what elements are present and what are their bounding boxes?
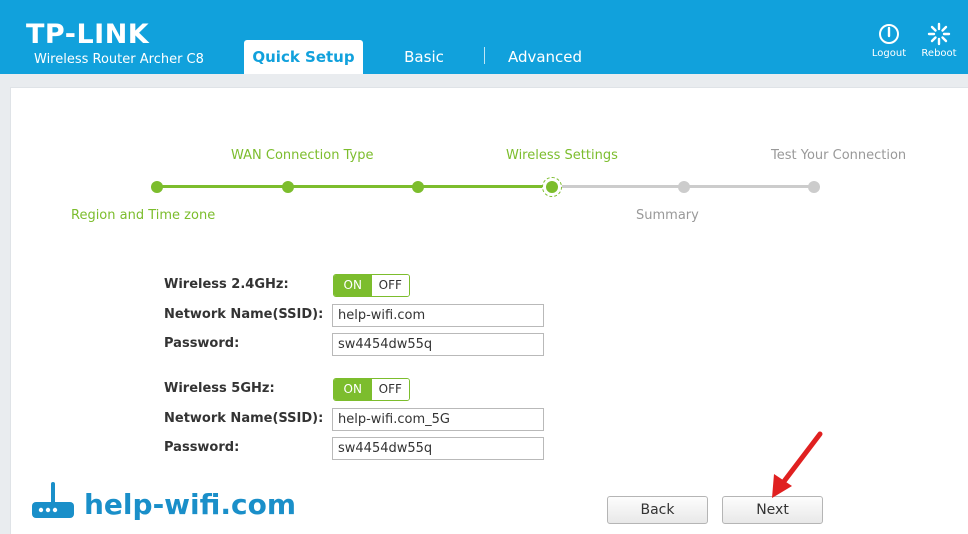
wireless-24-label: Wireless 2.4GHz: bbox=[164, 277, 289, 292]
router-model: Wireless Router Archer C8 bbox=[34, 52, 204, 67]
step-dot-2 bbox=[282, 181, 294, 193]
reboot-button[interactable]: Reboot bbox=[917, 22, 961, 59]
step-dot-1 bbox=[151, 181, 163, 193]
power-icon bbox=[867, 22, 911, 46]
step-dot-3 bbox=[412, 181, 424, 193]
step-label-region: Region and Time zone bbox=[71, 208, 216, 223]
password-24-input[interactable]: sw4454dw55q bbox=[332, 333, 544, 356]
wireless-5-label: Wireless 5GHz: bbox=[164, 381, 275, 396]
step-label-wan: WAN Connection Type bbox=[231, 148, 374, 163]
red-arrow-annotation bbox=[772, 431, 823, 498]
wireless-5-on[interactable]: ON bbox=[334, 379, 372, 400]
wireless-24-toggle[interactable]: ON OFF bbox=[333, 274, 410, 297]
top-header: TP-LINK Wireless Router Archer C8 Quick … bbox=[0, 0, 968, 74]
router-icon bbox=[30, 482, 76, 527]
tab-quick-setup[interactable]: Quick Setup bbox=[244, 40, 363, 74]
reboot-icon bbox=[917, 22, 961, 46]
ssid-24-input[interactable]: help-wifi.com bbox=[332, 304, 544, 327]
back-button[interactable]: Back bbox=[607, 496, 708, 524]
step-dot-5 bbox=[678, 181, 690, 193]
step-label-summary: Summary bbox=[636, 208, 699, 223]
watermark: help-wifi.com bbox=[30, 482, 296, 527]
step-dot-4 bbox=[546, 181, 558, 193]
step-label-test: Test Your Connection bbox=[771, 148, 907, 163]
wireless-5-toggle[interactable]: ON OFF bbox=[333, 378, 410, 401]
wireless-24-on[interactable]: ON bbox=[334, 275, 372, 296]
wireless-24-off[interactable]: OFF bbox=[371, 275, 409, 296]
watermark-text: help-wifi.com bbox=[84, 488, 297, 521]
step-dot-6 bbox=[808, 181, 820, 193]
ssid-24-label: Network Name(SSID): bbox=[164, 307, 324, 322]
step-label-wireless: Wireless Settings bbox=[506, 148, 618, 163]
tab-divider bbox=[484, 47, 485, 64]
wireless-5-off[interactable]: OFF bbox=[371, 379, 409, 400]
tab-basic[interactable]: Basic bbox=[386, 40, 462, 74]
ssid-5-label: Network Name(SSID): bbox=[164, 411, 324, 426]
stepper-line-done bbox=[157, 185, 552, 188]
ssid-5-input[interactable]: help-wifi.com_5G bbox=[332, 408, 544, 431]
logout-label: Logout bbox=[871, 48, 907, 59]
tab-advanced[interactable]: Advanced bbox=[500, 40, 590, 74]
brand-logo: TP-LINK bbox=[26, 19, 150, 50]
logout-button[interactable]: Logout bbox=[867, 22, 911, 59]
password-5-label: Password: bbox=[164, 440, 240, 455]
password-5-input[interactable]: sw4454dw55q bbox=[332, 437, 544, 460]
reboot-label: Reboot bbox=[921, 48, 957, 59]
password-24-label: Password: bbox=[164, 336, 240, 351]
